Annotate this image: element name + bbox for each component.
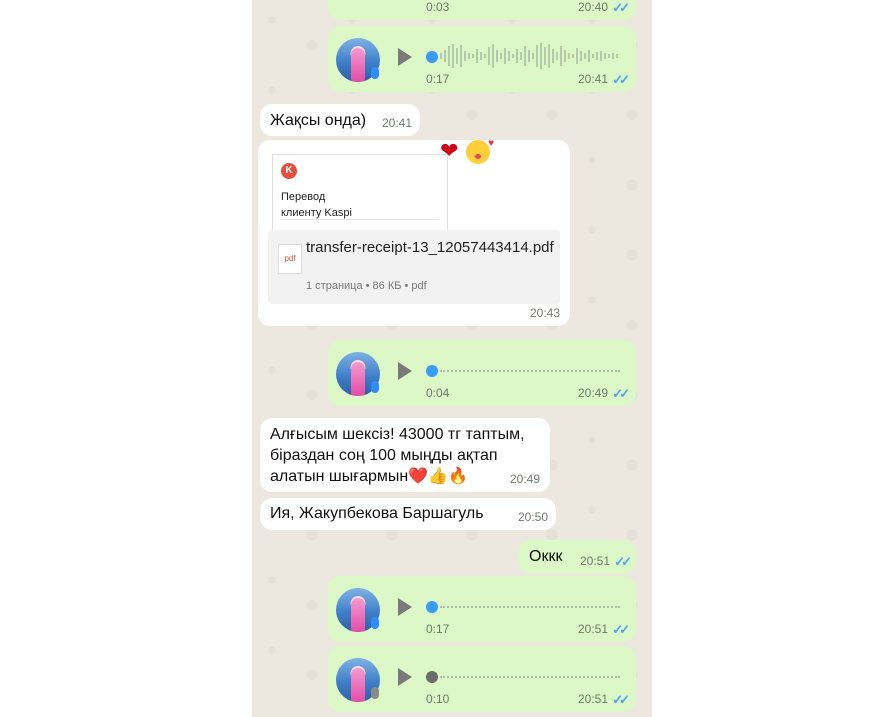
message-time: 20:49 xyxy=(577,386,608,400)
message-time: 20:41 xyxy=(381,116,412,130)
playback-track[interactable] xyxy=(440,606,620,610)
kissing-face-icon[interactable]: ♥ xyxy=(466,138,494,164)
message-time: 20:51 xyxy=(579,554,610,568)
microphone-icon xyxy=(371,67,379,79)
voice-message[interactable]: 0:10 20:51 ✓✓ xyxy=(328,646,636,712)
incoming-message[interactable]: Ия, Жакупбекова Баршагуль 20:50 xyxy=(260,498,556,530)
kaspi-logo-icon: K xyxy=(281,163,297,179)
microphone-icon xyxy=(371,687,379,699)
heart-reaction-icon[interactable]: ❤ xyxy=(440,138,458,164)
voice-duration: 0:10 xyxy=(426,692,450,706)
voice-duration: 0:03 xyxy=(426,0,450,14)
document-message[interactable]: K Перевод клиенту Kaspi pdf transfer-rec… xyxy=(258,140,570,326)
message-text: Ия, Жакупбекова Баршагуль xyxy=(270,505,484,522)
message-text: Жақсы онда) xyxy=(270,112,367,129)
voice-message[interactable]: 0:17 20:41 ✓✓ xyxy=(328,26,636,92)
pdf-file-icon: pdf xyxy=(278,244,302,274)
voice-message[interactable]: 0:04 20:49 ✓✓ xyxy=(328,340,636,406)
voice-message[interactable]: 0:03 20:40 ✓✓ xyxy=(328,0,636,20)
message-time: 20:51 xyxy=(577,622,608,636)
preview-text: клиенту Kaspi xyxy=(281,207,352,219)
message-time: 20:41 xyxy=(577,72,608,86)
message-text: Оккк xyxy=(529,548,563,565)
document-filename: transfer-receipt-13_12057443414.pdf xyxy=(306,239,554,256)
playback-position-dot[interactable] xyxy=(426,51,438,63)
read-ticks-icon: ✓✓ xyxy=(612,0,630,15)
read-ticks-icon: ✓✓ xyxy=(612,386,630,401)
document-preview[interactable]: K Перевод клиенту Kaspi xyxy=(272,154,448,235)
playback-position-dot[interactable] xyxy=(426,671,438,683)
message-text: алатын шығармын❤️👍🔥 xyxy=(270,468,468,485)
message-time: 20:50 xyxy=(517,510,548,524)
read-ticks-icon: ✓✓ xyxy=(612,692,630,707)
play-icon[interactable] xyxy=(398,362,412,380)
message-text: біраздан соң 100 мыңды ақтап xyxy=(270,447,498,464)
voice-message[interactable]: 0:17 20:51 ✓✓ xyxy=(328,576,636,642)
document-info[interactable]: pdf transfer-receipt-13_12057443414.pdf … xyxy=(268,230,560,304)
voice-duration: 0:04 xyxy=(426,386,450,400)
playback-position-dot[interactable] xyxy=(426,365,438,377)
playback-track[interactable] xyxy=(440,370,620,374)
microphone-icon xyxy=(371,617,379,629)
play-icon[interactable] xyxy=(398,598,412,616)
playback-track[interactable] xyxy=(440,676,620,680)
preview-text: Перевод xyxy=(281,191,326,203)
play-icon[interactable] xyxy=(398,48,412,66)
message-time: 20:43 xyxy=(529,306,560,320)
play-icon[interactable] xyxy=(398,668,412,686)
voice-duration: 0:17 xyxy=(426,622,450,636)
incoming-message[interactable]: Алғысым шексіз! 43000 тг таптым, біразда… xyxy=(260,418,550,492)
message-time: 20:49 xyxy=(509,472,540,486)
microphone-icon xyxy=(371,381,379,393)
voice-duration: 0:17 xyxy=(426,72,450,86)
chat-window[interactable]: 0:03 20:40 ✓✓ 0:17 20:41 ✓✓ Жақсы онда) … xyxy=(252,0,652,717)
message-text: Алғысым шексіз! 43000 тг таптым, xyxy=(270,426,525,443)
read-ticks-icon: ✓✓ xyxy=(612,622,630,637)
incoming-message[interactable]: Жақсы онда) 20:41 xyxy=(260,104,420,136)
read-ticks-icon: ✓✓ xyxy=(614,554,632,569)
message-time: 20:40 xyxy=(577,0,608,14)
document-meta: 1 страница • 86 КБ • pdf xyxy=(306,280,427,292)
read-ticks-icon: ✓✓ xyxy=(612,72,630,87)
divider xyxy=(281,219,439,220)
outgoing-message[interactable]: Оккк 20:51 ✓✓ xyxy=(518,540,636,574)
waveform[interactable] xyxy=(440,40,625,72)
playback-position-dot[interactable] xyxy=(426,601,438,613)
message-time: 20:51 xyxy=(577,692,608,706)
